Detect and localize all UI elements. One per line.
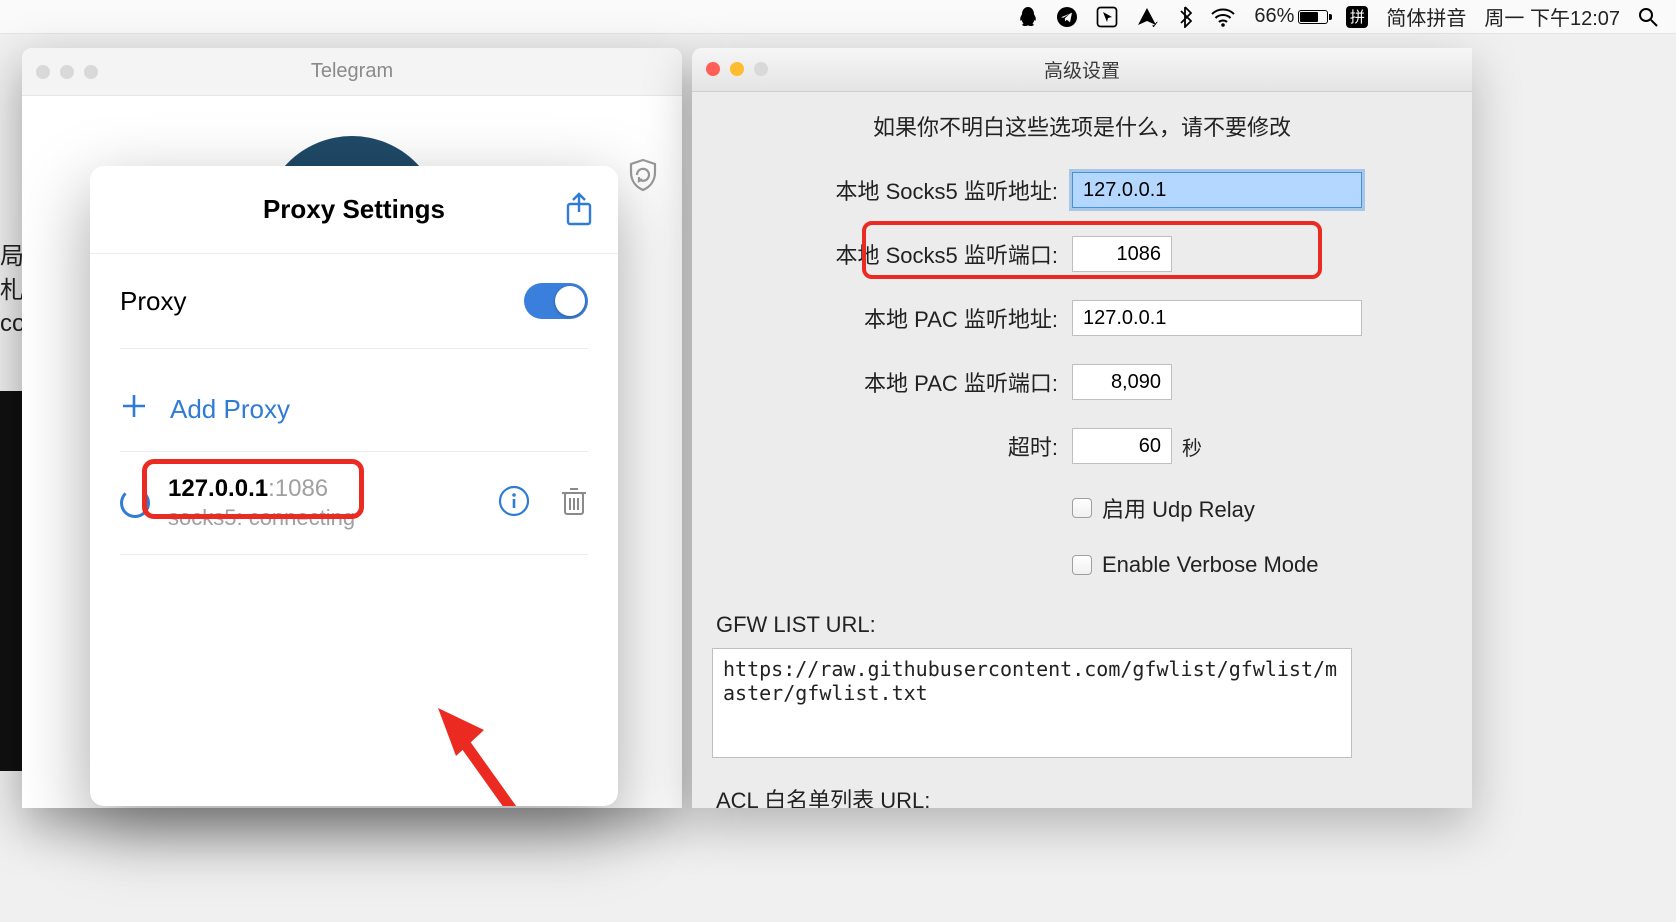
socks-port-label: 本地 Socks5 监听端口: [712, 238, 1072, 270]
telegram-title: Telegram [311, 60, 393, 83]
socks-port-input[interactable] [1072, 236, 1172, 272]
pac-addr-input[interactable] [1072, 300, 1362, 336]
traffic-minimize[interactable] [730, 62, 744, 76]
pac-port-label: 本地 PAC 监听端口: [712, 366, 1072, 398]
timeout-input[interactable] [1072, 428, 1172, 464]
share-icon[interactable] [564, 192, 594, 233]
adv-titlebar: 高级设置 [692, 48, 1472, 92]
traffic-zoom[interactable] [754, 62, 768, 76]
verbose-row[interactable]: Enable Verbose Mode [1072, 552, 1452, 578]
info-icon[interactable] [498, 485, 530, 522]
traffic-minimize[interactable] [60, 65, 74, 79]
acl-label: ACL 白名单列表 URL: [712, 783, 1452, 808]
pac-port-input[interactable] [1072, 364, 1172, 400]
proxy-port: :1086 [268, 475, 328, 502]
search-icon[interactable] [1638, 7, 1658, 27]
socks-addr-label: 本地 Socks5 监听地址: [712, 174, 1072, 206]
proxy-toggle-row: Proxy [120, 254, 588, 349]
proxy-status: socks5: connecting [168, 505, 480, 531]
udp-checkbox[interactable] [1072, 498, 1092, 518]
battery-percent: 66% [1254, 5, 1294, 28]
telegram-titlebar: Telegram [22, 48, 682, 96]
proxy-header: Proxy Settings [90, 166, 618, 254]
proxy-label: Proxy [120, 286, 186, 317]
proxy-toggle[interactable] [524, 283, 588, 319]
annotation-arrow [430, 706, 560, 806]
pac-addr-label: 本地 PAC 监听地址: [712, 302, 1072, 334]
timeout-label: 超时: [712, 430, 1072, 462]
proxy-address: 127.0.0.1:1086 [168, 475, 480, 503]
traffic-lights[interactable] [706, 62, 768, 76]
traffic-zoom[interactable] [84, 65, 98, 79]
add-proxy-label: Add Proxy [170, 394, 290, 425]
input-method-text[interactable]: 简体拼音 [1386, 2, 1466, 31]
timeout-suffix: 秒 [1182, 432, 1202, 461]
shield-icon[interactable] [628, 158, 658, 197]
udp-label: 启用 Udp Relay [1102, 492, 1255, 524]
loading-spinner-icon [120, 488, 150, 518]
battery-icon [1298, 10, 1328, 24]
clock[interactable]: 周一 下午12:07 [1484, 2, 1620, 31]
input-method-badge[interactable]: 拼 [1346, 6, 1368, 28]
traffic-close[interactable] [36, 65, 50, 79]
gfw-label: GFW LIST URL: [712, 612, 1452, 638]
proxy-settings-popup: Proxy Settings Proxy Add Proxy 127.0.0.1… [90, 166, 618, 806]
proxy-entry[interactable]: 127.0.0.1:1086 socks5: connecting [120, 452, 588, 555]
qq-icon[interactable] [1018, 6, 1038, 28]
wifi-icon[interactable] [1210, 7, 1236, 27]
add-proxy-button[interactable]: Add Proxy [120, 367, 588, 452]
trash-icon[interactable] [560, 485, 588, 522]
proxy-title: Proxy Settings [263, 194, 445, 225]
cursor-box-icon[interactable] [1096, 6, 1118, 28]
adv-warning: 如果你不明白这些选项是什么，请不要修改 [712, 110, 1452, 142]
gfw-url-textarea[interactable] [712, 648, 1352, 758]
grammarly-icon[interactable]: ✓ [1136, 6, 1160, 28]
proxy-ip: 127.0.0.1 [168, 475, 268, 502]
battery-status[interactable]: 66% [1254, 5, 1328, 28]
svg-text:✓: ✓ [1151, 20, 1159, 28]
udp-relay-row[interactable]: 启用 Udp Relay [1072, 492, 1452, 524]
verbose-label: Enable Verbose Mode [1102, 552, 1319, 578]
telegram-icon[interactable] [1056, 6, 1078, 28]
bluetooth-icon[interactable] [1178, 6, 1192, 28]
traffic-lights[interactable] [36, 65, 98, 79]
macos-menubar: ✓ 66% 拼 简体拼音 周一 下午12:07 [0, 0, 1676, 34]
advanced-settings-window: 高级设置 如果你不明白这些选项是什么，请不要修改 本地 Socks5 监听地址:… [692, 48, 1472, 808]
plus-icon [120, 392, 148, 427]
traffic-close[interactable] [706, 62, 720, 76]
socks-addr-input[interactable] [1072, 172, 1362, 208]
verbose-checkbox[interactable] [1072, 555, 1092, 575]
adv-title: 高级设置 [1044, 56, 1120, 83]
